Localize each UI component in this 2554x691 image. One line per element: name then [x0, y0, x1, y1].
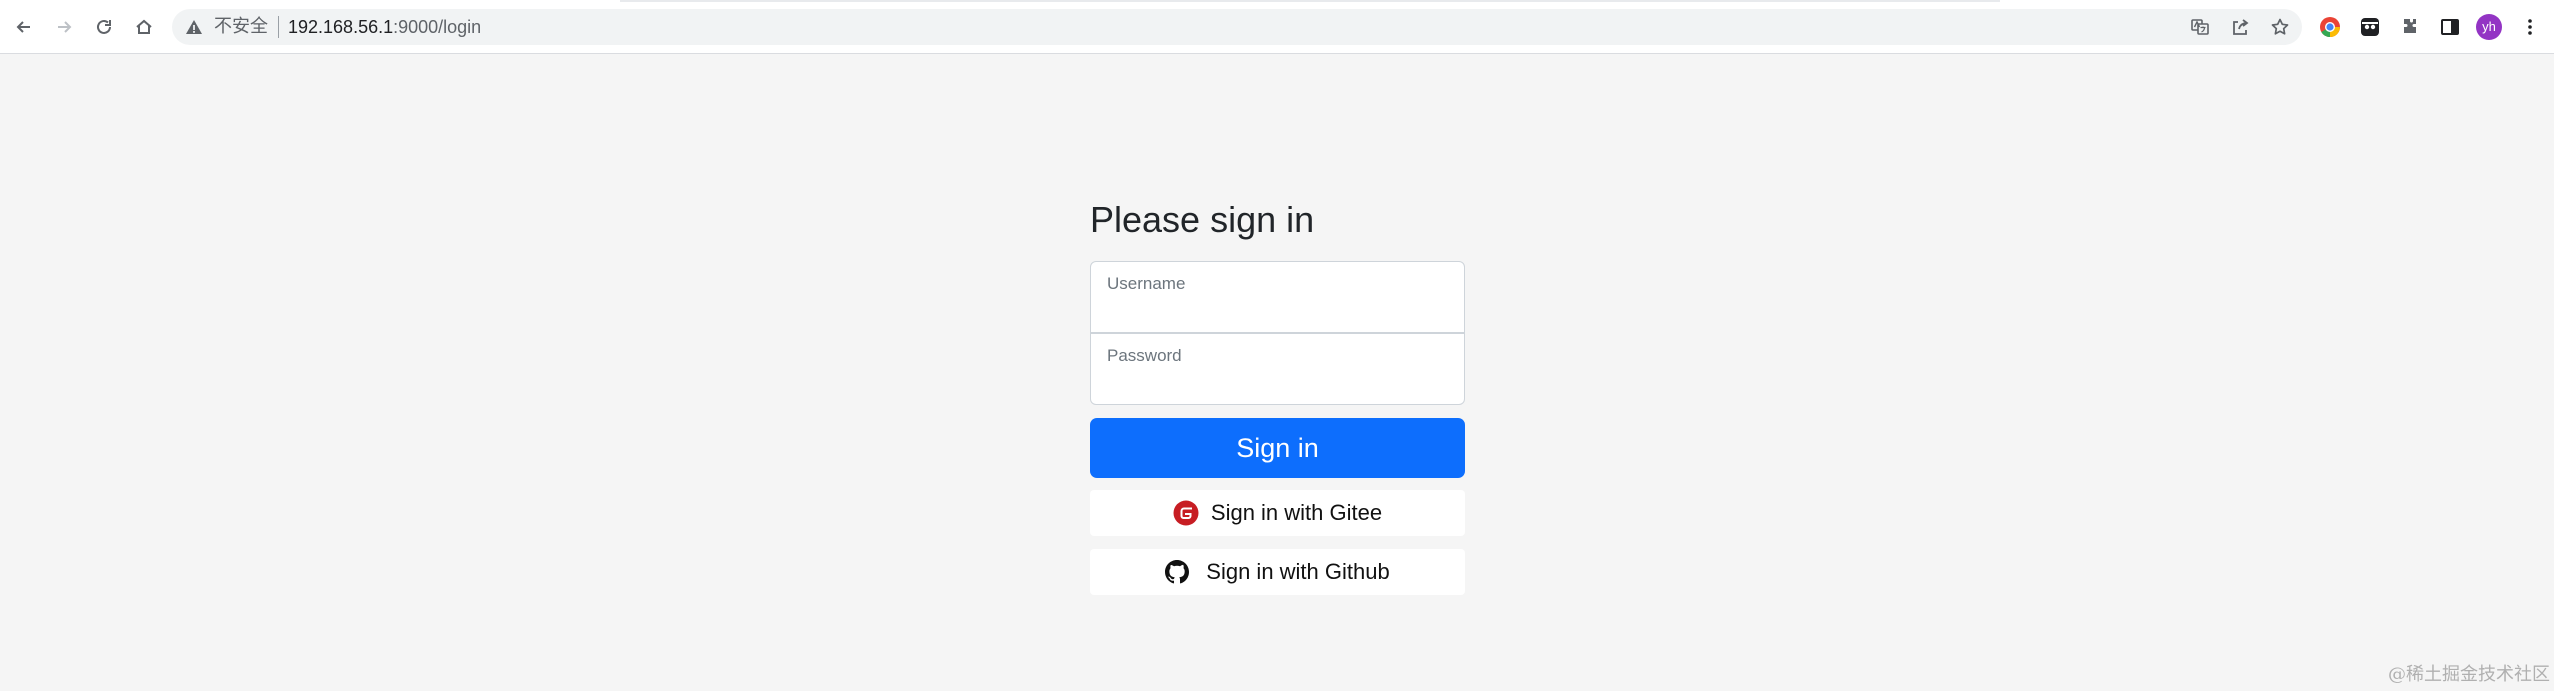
arrow-left-icon: [16, 21, 30, 33]
password-input[interactable]: [1091, 364, 1464, 402]
url-text[interactable]: 192.168.56.1:9000/login: [288, 17, 481, 37]
watermark-text: @稀土掘金技术社区: [2388, 664, 2550, 685]
share-icon[interactable]: [2230, 17, 2250, 37]
gitee-button-label: Sign in with Gitee: [1210, 500, 1383, 525]
home-icon: [136, 19, 152, 34]
warning-triangle-icon[interactable]: [184, 17, 204, 37]
github-button-label: Sign in with Github: [1206, 559, 1390, 584]
address-separator: [278, 16, 279, 38]
profile-avatar[interactable]: yh: [2476, 14, 2502, 40]
forward-button[interactable]: [49, 12, 79, 42]
tab-strip-edge: [620, 0, 2000, 2]
sign-in-with-github-button[interactable]: Sign in with Github: [1090, 549, 1465, 595]
username-input[interactable]: [1091, 292, 1464, 330]
puzzle-icon[interactable]: [2398, 15, 2422, 39]
translate-icon[interactable]: [2190, 17, 2210, 37]
side-panel-icon[interactable]: [2438, 15, 2462, 39]
github-logo-icon: [1165, 560, 1190, 584]
star-icon[interactable]: [2270, 17, 2290, 37]
browser-toolbar: 不安全 192.168.56.1:9000/login yh: [0, 0, 2554, 54]
chrome-extension-icon[interactable]: [2318, 15, 2342, 39]
gitee-logo-icon: [1173, 500, 1199, 526]
reload-button[interactable]: [89, 12, 119, 42]
sign-in-button[interactable]: Sign in: [1090, 418, 1465, 478]
security-label[interactable]: 不安全: [214, 17, 268, 37]
username-field[interactable]: Username: [1090, 261, 1465, 333]
reload-icon: [97, 19, 111, 34]
ghost-extension-icon[interactable]: [2358, 15, 2382, 39]
password-field[interactable]: Password: [1090, 333, 1465, 405]
sign-in-with-gitee-button[interactable]: Sign in with Gitee: [1090, 490, 1465, 536]
address-bar[interactable]: 不安全 192.168.56.1:9000/login: [172, 9, 2302, 45]
page-title: Please sign in: [1090, 199, 1315, 240]
arrow-right-icon: [58, 21, 72, 33]
kebab-menu-icon[interactable]: [2518, 15, 2542, 39]
url-host: 192.168.56.1: [288, 17, 394, 37]
back-button[interactable]: [9, 12, 39, 42]
home-button[interactable]: [129, 12, 159, 42]
url-path: :9000/login: [393, 17, 482, 37]
